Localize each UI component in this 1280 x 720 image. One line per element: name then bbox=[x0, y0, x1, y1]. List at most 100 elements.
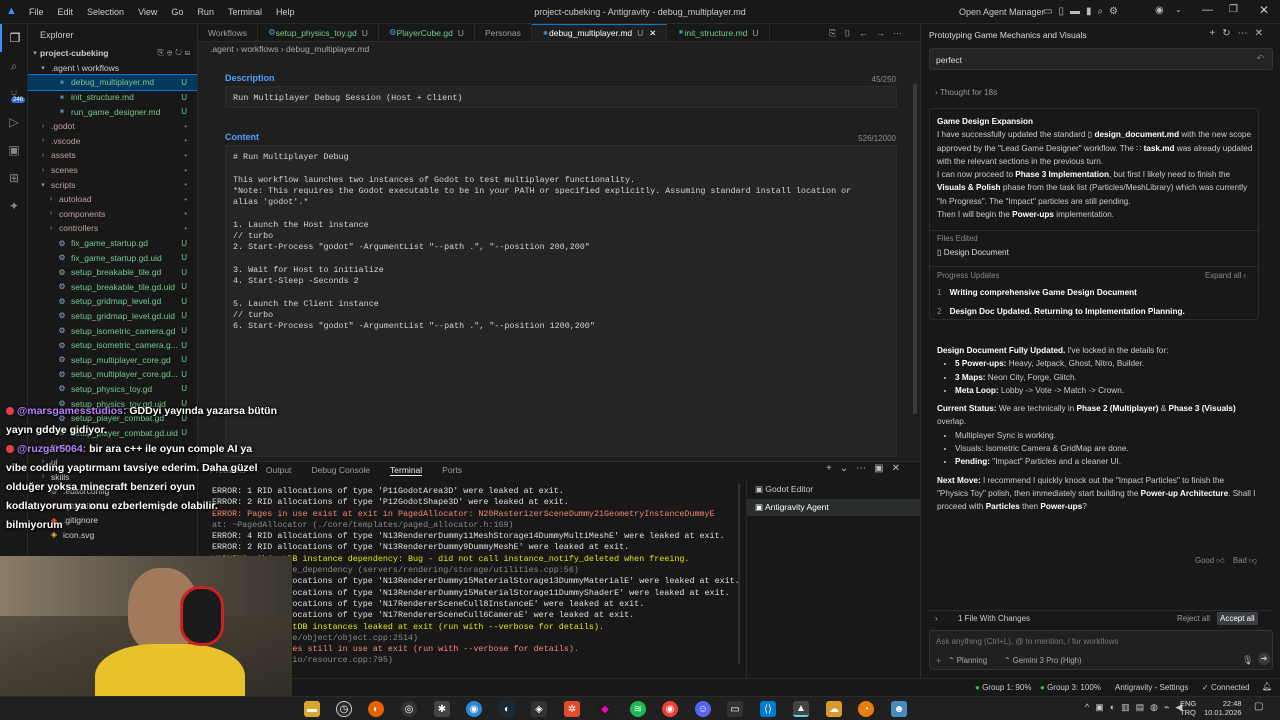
progress-item[interactable]: 2 Design Doc Updated. Returning to Implem… bbox=[937, 307, 1185, 316]
connected-status[interactable]: ✓ Connected bbox=[1202, 683, 1250, 692]
tab-ports[interactable]: Ports bbox=[442, 465, 462, 476]
editor-tab[interactable]: ⁕ debug_multiplayer.md U ✕ bbox=[531, 24, 668, 41]
explorer-root[interactable]: ▾ project-cubeking ⎘⊕↻⊟ bbox=[28, 46, 197, 61]
app-taskbar-icon[interactable]: ◉ bbox=[466, 701, 482, 717]
godot-taskbar-icon[interactable]: ☻ bbox=[891, 701, 907, 717]
agent-header-icons[interactable]: +↻⋯✕ bbox=[1209, 28, 1270, 39]
editor-tab[interactable]: ⚙ PlayerCube.gd U bbox=[379, 24, 475, 41]
tree-folder[interactable]: › controllers • bbox=[28, 221, 197, 236]
blender-taskbar-icon[interactable]: ◔ bbox=[858, 701, 874, 717]
editor-tab[interactable]: Workflows bbox=[198, 24, 259, 41]
tree-folder[interactable]: ▾ scripts • bbox=[28, 177, 197, 192]
file-explorer-taskbar-icon[interactable]: ▬ bbox=[304, 701, 320, 717]
spotify-taskbar-icon[interactable]: ≋ bbox=[630, 701, 646, 717]
tab-terminal[interactable]: Terminal bbox=[390, 465, 423, 476]
layout-toggle-icons[interactable]: ▭▯▬▮⌕⚙ bbox=[1043, 6, 1124, 17]
language-indicator[interactable]: ENG TRQ bbox=[1180, 699, 1196, 717]
tree-folder[interactable]: › components • bbox=[28, 207, 197, 222]
tree-folder[interactable]: › scenes • bbox=[28, 163, 197, 178]
terminal-item-agent[interactable]: ▣ Antigravity Agent bbox=[747, 499, 920, 516]
slack-taskbar-icon[interactable]: ✱ bbox=[434, 701, 450, 717]
settings-status[interactable]: Antigravity - Settings bbox=[1115, 683, 1188, 692]
agent-input-box[interactable]: Ask anything (Ctrl+L), @ to mention, / f… bbox=[929, 630, 1273, 670]
changes-count[interactable]: 1 File With Changes bbox=[958, 614, 1030, 623]
tree-folder[interactable]: › .vscode • bbox=[28, 134, 197, 149]
tree-file[interactable]: ⚙ setup_breakable_tile.gd.uid U bbox=[28, 280, 197, 295]
menu-go[interactable]: Go bbox=[164, 7, 190, 17]
agent-activity-icon[interactable]: ✦ bbox=[0, 192, 28, 220]
panel-actions-icons[interactable]: +⌄⋯▣✕ bbox=[826, 463, 908, 474]
vscode-taskbar-icon[interactable]: ⟨⟩ bbox=[760, 701, 776, 717]
clock[interactable]: 22:48 10.01.2026 bbox=[1204, 699, 1242, 717]
previous-user-message[interactable]: perfect bbox=[929, 48, 1273, 70]
chrome-taskbar-icon[interactable]: ◉ bbox=[662, 701, 678, 717]
remote-explorer-icon[interactable]: ▣ bbox=[0, 136, 28, 164]
menu-selection[interactable]: Selection bbox=[80, 7, 131, 17]
tree-file[interactable]: ⁕ debug_multiplayer.md U bbox=[28, 74, 197, 91]
microphone-icon[interactable]: 🎙︎ bbox=[1242, 655, 1253, 666]
undo-icon[interactable]: ↶ bbox=[1256, 53, 1264, 64]
source-control-icon[interactable]: ⑂ 246 bbox=[0, 80, 28, 108]
obs-taskbar-icon[interactable]: ◎ bbox=[401, 701, 417, 717]
accept-all-button[interactable]: Accept all bbox=[1217, 612, 1258, 625]
run-debug-icon[interactable]: ▷ bbox=[0, 108, 28, 136]
menu-edit[interactable]: Edit bbox=[51, 7, 81, 17]
tree-file[interactable]: ⚙ setup_physics_toy.gd U bbox=[28, 382, 197, 397]
content-textarea[interactable]: # Run Multiplayer Debug This workflow lau… bbox=[225, 145, 897, 457]
app2-taskbar-icon[interactable]: ✲ bbox=[564, 701, 580, 717]
steam-taskbar-icon[interactable]: ◐ bbox=[499, 701, 515, 717]
menu-terminal[interactable]: Terminal bbox=[221, 7, 269, 17]
maximize-icon[interactable]: ❐ bbox=[1229, 4, 1238, 15]
explorer-activity-icon[interactable]: ❐ bbox=[0, 24, 28, 52]
tray-icons[interactable]: ^▣◐▥▤◍⌁◀ bbox=[1085, 702, 1188, 713]
menu-file[interactable]: File bbox=[22, 7, 51, 17]
tree-folder[interactable]: ▾ .agent \ workflows bbox=[28, 61, 197, 76]
thought-toggle[interactable]: › Thought for 18s bbox=[935, 88, 997, 97]
chevron-down-icon[interactable]: ⌄ bbox=[1175, 5, 1182, 14]
model-selector[interactable]: ⌃ Gemini 3 Pro (High) bbox=[1004, 656, 1082, 665]
notification-icon[interactable]: ▢ bbox=[1254, 701, 1263, 712]
editor-tab[interactable]: ⚙ setup_physics_toy.gd U bbox=[258, 24, 379, 41]
send-icon[interactable]: ➔ bbox=[1258, 653, 1270, 665]
menu-view[interactable]: View bbox=[131, 7, 164, 17]
antigravity-taskbar-icon[interactable]: ▲ bbox=[793, 701, 809, 717]
editor-scrollbar[interactable] bbox=[913, 84, 917, 414]
clock-taskbar-icon[interactable]: ◷ bbox=[336, 701, 352, 717]
close-window-icon[interactable]: ✕ bbox=[1259, 3, 1269, 17]
file-chip-design-document[interactable]: ▯ design_document.md bbox=[1088, 130, 1179, 139]
description-input[interactable]: Run Multiplayer Debug Session (Host + Cl… bbox=[225, 86, 897, 108]
tree-file[interactable]: ⚙ fix_game_startup.gd U bbox=[28, 236, 197, 251]
group3-status[interactable]: ● Group 3: 100% bbox=[1040, 683, 1101, 692]
minimize-icon[interactable]: — bbox=[1202, 4, 1213, 16]
tree-file[interactable]: ⚙ setup_gridmap_level.gd.uid U bbox=[28, 309, 197, 324]
expand-all-button[interactable]: Expand all ‹ bbox=[1205, 271, 1246, 280]
progress-item[interactable]: 1 Writing comprehensive Game Design Docum… bbox=[937, 288, 1137, 297]
editor-tab[interactable]: Personas bbox=[475, 24, 532, 41]
unity-taskbar-icon[interactable]: ◈ bbox=[531, 701, 547, 717]
group1-status[interactable]: ● Group 1: 90% bbox=[975, 683, 1031, 692]
bell-icon[interactable]: 🔔︎ bbox=[1262, 682, 1272, 691]
tree-file[interactable]: ⚙ setup_multiplayer_core.gd... U bbox=[28, 367, 197, 382]
tab-debug-console[interactable]: Debug Console bbox=[311, 465, 370, 476]
firefox-taskbar-icon[interactable]: ◐ bbox=[368, 701, 384, 717]
tree-file[interactable]: ⚙ setup_breakable_tile.gd U bbox=[28, 265, 197, 280]
menu-help[interactable]: Help bbox=[269, 7, 302, 17]
cloud-taskbar-icon[interactable]: ☁ bbox=[826, 701, 842, 717]
tree-file[interactable]: ⚙ setup_isometric_camera.gd U bbox=[28, 323, 197, 338]
open-agent-manager-button[interactable]: Open Agent Manager bbox=[959, 7, 1045, 17]
terminal-item-godot[interactable]: ▣ Godot Editor bbox=[747, 480, 920, 499]
search-activity-icon[interactable]: ⌕ bbox=[0, 52, 28, 80]
files-edited-item[interactable]: ▯ Design Document bbox=[937, 247, 1009, 257]
tree-folder[interactable]: › assets • bbox=[28, 148, 197, 163]
terminal-taskbar-icon[interactable]: ▭ bbox=[727, 701, 743, 717]
discord-taskbar-icon[interactable]: ☺ bbox=[695, 701, 711, 717]
account-icon[interactable]: ◉ bbox=[1155, 5, 1164, 16]
extensions-icon[interactable]: ⊞ bbox=[0, 164, 28, 192]
figma-taskbar-icon[interactable]: ◆ bbox=[597, 701, 613, 717]
mode-selector[interactable]: ⌃ Planning bbox=[948, 656, 987, 665]
tree-folder[interactable]: › autoload • bbox=[28, 192, 197, 207]
tree-file[interactable]: ⚙ setup_isometric_camera.g... U bbox=[28, 338, 197, 353]
tree-file[interactable]: ⁕ run_game_designer.md U bbox=[28, 104, 197, 119]
tree-folder[interactable]: › .godot • bbox=[28, 119, 197, 134]
reject-all-button[interactable]: Reject all bbox=[1177, 614, 1210, 623]
